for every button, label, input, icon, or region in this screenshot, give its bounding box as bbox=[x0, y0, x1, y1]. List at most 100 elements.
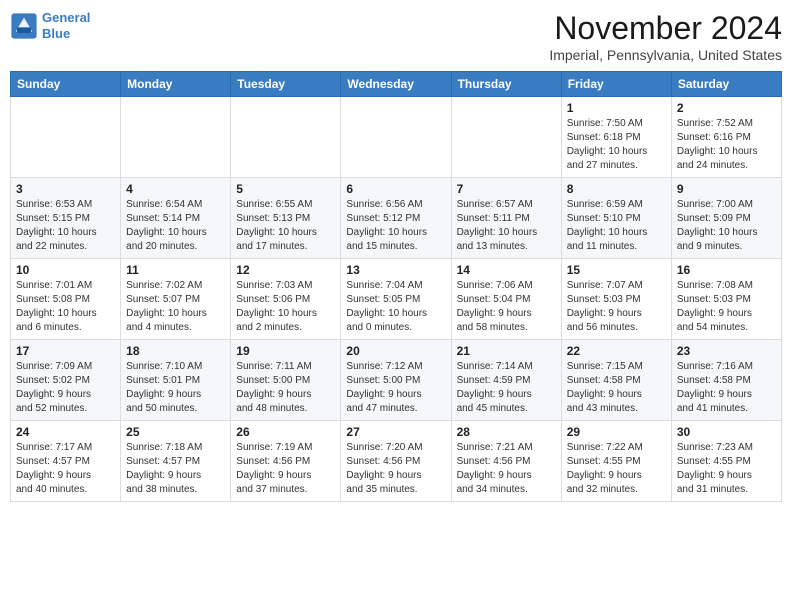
day-number: 24 bbox=[16, 425, 115, 439]
weekday-header-wednesday: Wednesday bbox=[341, 72, 451, 97]
day-info: Sunrise: 7:15 AM Sunset: 4:58 PM Dayligh… bbox=[567, 360, 666, 416]
calendar-cell: 30 Sunrise: 7:23 AM Sunset: 4:55 PM Dayli… bbox=[671, 421, 781, 502]
day-info: Sunrise: 6:56 AM Sunset: 5:12 PM Dayligh… bbox=[346, 198, 445, 254]
day-number: 30 bbox=[677, 425, 776, 439]
day-number: 7 bbox=[457, 182, 556, 196]
calendar-cell: 5 Sunrise: 6:55 AM Sunset: 5:13 PM Daylig… bbox=[231, 178, 341, 259]
day-info: Sunrise: 7:16 AM Sunset: 4:58 PM Dayligh… bbox=[677, 360, 776, 416]
calendar-cell: 26 Sunrise: 7:19 AM Sunset: 4:56 PM Dayli… bbox=[231, 421, 341, 502]
logo-line1: General bbox=[42, 10, 90, 25]
day-info: Sunrise: 7:01 AM Sunset: 5:08 PM Dayligh… bbox=[16, 279, 115, 335]
day-info: Sunrise: 6:53 AM Sunset: 5:15 PM Dayligh… bbox=[16, 198, 115, 254]
calendar-table: SundayMondayTuesdayWednesdayThursdayFrid… bbox=[10, 71, 782, 502]
calendar-cell: 23 Sunrise: 7:16 AM Sunset: 4:58 PM Dayli… bbox=[671, 340, 781, 421]
day-info: Sunrise: 7:19 AM Sunset: 4:56 PM Dayligh… bbox=[236, 441, 335, 497]
calendar-row: 1 Sunrise: 7:50 AM Sunset: 6:18 PM Daylig… bbox=[11, 97, 782, 178]
day-number: 10 bbox=[16, 263, 115, 277]
calendar-cell: 11Sunrise: 7:02 AM Sunset: 5:07 PM Dayli… bbox=[121, 259, 231, 340]
day-info: Sunrise: 7:04 AM Sunset: 5:05 PM Dayligh… bbox=[346, 279, 445, 335]
calendar-cell: 17Sunrise: 7:09 AM Sunset: 5:02 PM Dayli… bbox=[11, 340, 121, 421]
month-title: November 2024 bbox=[549, 10, 782, 47]
day-info: Sunrise: 7:12 AM Sunset: 5:00 PM Dayligh… bbox=[346, 360, 445, 416]
day-info: Sunrise: 6:59 AM Sunset: 5:10 PM Dayligh… bbox=[567, 198, 666, 254]
calendar-cell: 24 Sunrise: 7:17 AM Sunset: 4:57 PM Dayli… bbox=[11, 421, 121, 502]
calendar-cell: 3 Sunrise: 6:53 AM Sunset: 5:15 PM Daylig… bbox=[11, 178, 121, 259]
day-info: Sunrise: 7:50 AM Sunset: 6:18 PM Dayligh… bbox=[567, 117, 666, 173]
day-number: 23 bbox=[677, 344, 776, 358]
calendar-cell bbox=[11, 97, 121, 178]
day-info: Sunrise: 7:21 AM Sunset: 4:56 PM Dayligh… bbox=[457, 441, 556, 497]
calendar-cell bbox=[341, 97, 451, 178]
calendar-cell: 18 Sunrise: 7:10 AM Sunset: 5:01 PM Dayli… bbox=[121, 340, 231, 421]
day-number: 26 bbox=[236, 425, 335, 439]
logo-line2: Blue bbox=[42, 26, 70, 41]
logo-icon bbox=[10, 12, 38, 40]
day-info: Sunrise: 7:08 AM Sunset: 5:03 PM Dayligh… bbox=[677, 279, 776, 335]
calendar-cell: 27Sunrise: 7:20 AM Sunset: 4:56 PM Dayli… bbox=[341, 421, 451, 502]
logo: General Blue bbox=[10, 10, 90, 41]
calendar-cell: 8 Sunrise: 6:59 AM Sunset: 5:10 PM Daylig… bbox=[561, 178, 671, 259]
calendar-cell: 10 Sunrise: 7:01 AM Sunset: 5:08 PM Dayli… bbox=[11, 259, 121, 340]
day-number: 25 bbox=[126, 425, 225, 439]
calendar-cell: 4 Sunrise: 6:54 AM Sunset: 5:14 PM Daylig… bbox=[121, 178, 231, 259]
calendar-row: 24 Sunrise: 7:17 AM Sunset: 4:57 PM Dayli… bbox=[11, 421, 782, 502]
calendar-cell: 22Sunrise: 7:15 AM Sunset: 4:58 PM Dayli… bbox=[561, 340, 671, 421]
location-title: Imperial, Pennsylvania, United States bbox=[549, 47, 782, 63]
day-info: Sunrise: 7:14 AM Sunset: 4:59 PM Dayligh… bbox=[457, 360, 556, 416]
day-number: 21 bbox=[457, 344, 556, 358]
weekday-header-monday: Monday bbox=[121, 72, 231, 97]
weekday-header-sunday: Sunday bbox=[11, 72, 121, 97]
day-info: Sunrise: 6:57 AM Sunset: 5:11 PM Dayligh… bbox=[457, 198, 556, 254]
day-number: 12 bbox=[236, 263, 335, 277]
calendar-body: 1 Sunrise: 7:50 AM Sunset: 6:18 PM Daylig… bbox=[11, 97, 782, 502]
day-number: 16 bbox=[677, 263, 776, 277]
day-number: 3 bbox=[16, 182, 115, 196]
day-info: Sunrise: 7:06 AM Sunset: 5:04 PM Dayligh… bbox=[457, 279, 556, 335]
day-info: Sunrise: 7:18 AM Sunset: 4:57 PM Dayligh… bbox=[126, 441, 225, 497]
calendar-cell bbox=[231, 97, 341, 178]
day-number: 8 bbox=[567, 182, 666, 196]
day-info: Sunrise: 7:02 AM Sunset: 5:07 PM Dayligh… bbox=[126, 279, 225, 335]
day-number: 14 bbox=[457, 263, 556, 277]
day-info: Sunrise: 7:00 AM Sunset: 5:09 PM Dayligh… bbox=[677, 198, 776, 254]
calendar-cell bbox=[451, 97, 561, 178]
calendar-cell: 28Sunrise: 7:21 AM Sunset: 4:56 PM Dayli… bbox=[451, 421, 561, 502]
day-number: 19 bbox=[236, 344, 335, 358]
weekday-row: SundayMondayTuesdayWednesdayThursdayFrid… bbox=[11, 72, 782, 97]
page-header: General Blue November 2024 Imperial, Pen… bbox=[10, 10, 782, 63]
weekday-header-tuesday: Tuesday bbox=[231, 72, 341, 97]
day-number: 15 bbox=[567, 263, 666, 277]
weekday-header-saturday: Saturday bbox=[671, 72, 781, 97]
calendar-row: 17Sunrise: 7:09 AM Sunset: 5:02 PM Dayli… bbox=[11, 340, 782, 421]
calendar-cell: 12 Sunrise: 7:03 AM Sunset: 5:06 PM Dayli… bbox=[231, 259, 341, 340]
day-number: 13 bbox=[346, 263, 445, 277]
day-info: Sunrise: 7:20 AM Sunset: 4:56 PM Dayligh… bbox=[346, 441, 445, 497]
calendar-cell: 16 Sunrise: 7:08 AM Sunset: 5:03 PM Dayli… bbox=[671, 259, 781, 340]
calendar-cell: 2 Sunrise: 7:52 AM Sunset: 6:16 PM Daylig… bbox=[671, 97, 781, 178]
day-info: Sunrise: 7:17 AM Sunset: 4:57 PM Dayligh… bbox=[16, 441, 115, 497]
day-info: Sunrise: 6:54 AM Sunset: 5:14 PM Dayligh… bbox=[126, 198, 225, 254]
day-info: Sunrise: 7:23 AM Sunset: 4:55 PM Dayligh… bbox=[677, 441, 776, 497]
day-info: Sunrise: 7:09 AM Sunset: 5:02 PM Dayligh… bbox=[16, 360, 115, 416]
day-info: Sunrise: 7:03 AM Sunset: 5:06 PM Dayligh… bbox=[236, 279, 335, 335]
calendar-cell: 29Sunrise: 7:22 AM Sunset: 4:55 PM Dayli… bbox=[561, 421, 671, 502]
day-number: 4 bbox=[126, 182, 225, 196]
calendar-cell: 7 Sunrise: 6:57 AM Sunset: 5:11 PM Daylig… bbox=[451, 178, 561, 259]
day-number: 1 bbox=[567, 101, 666, 115]
day-number: 18 bbox=[126, 344, 225, 358]
calendar-cell: 9Sunrise: 7:00 AM Sunset: 5:09 PM Daylig… bbox=[671, 178, 781, 259]
calendar-cell: 25 Sunrise: 7:18 AM Sunset: 4:57 PM Dayli… bbox=[121, 421, 231, 502]
calendar-cell: 14 Sunrise: 7:06 AM Sunset: 5:04 PM Dayli… bbox=[451, 259, 561, 340]
calendar-cell: 1 Sunrise: 7:50 AM Sunset: 6:18 PM Daylig… bbox=[561, 97, 671, 178]
day-number: 29 bbox=[567, 425, 666, 439]
calendar-cell: 15Sunrise: 7:07 AM Sunset: 5:03 PM Dayli… bbox=[561, 259, 671, 340]
day-number: 6 bbox=[346, 182, 445, 196]
calendar-row: 10 Sunrise: 7:01 AM Sunset: 5:08 PM Dayli… bbox=[11, 259, 782, 340]
day-number: 2 bbox=[677, 101, 776, 115]
calendar-cell: 19Sunrise: 7:11 AM Sunset: 5:00 PM Dayli… bbox=[231, 340, 341, 421]
calendar-header: SundayMondayTuesdayWednesdayThursdayFrid… bbox=[11, 72, 782, 97]
day-info: Sunrise: 7:52 AM Sunset: 6:16 PM Dayligh… bbox=[677, 117, 776, 173]
day-info: Sunrise: 7:10 AM Sunset: 5:01 PM Dayligh… bbox=[126, 360, 225, 416]
day-info: Sunrise: 6:55 AM Sunset: 5:13 PM Dayligh… bbox=[236, 198, 335, 254]
day-number: 5 bbox=[236, 182, 335, 196]
